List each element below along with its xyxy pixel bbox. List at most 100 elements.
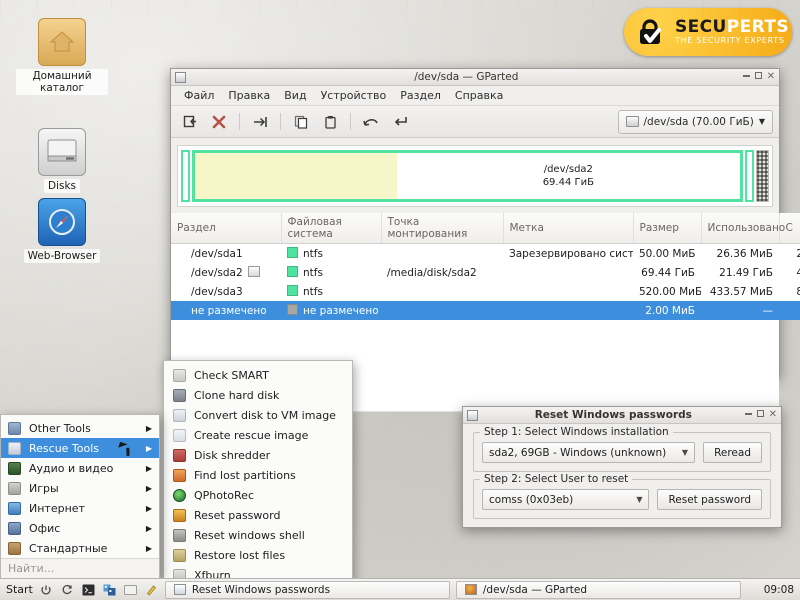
start-menu-item-label: Аудио и видео [29,461,114,475]
apply-button[interactable] [387,110,413,134]
undo-button[interactable] [358,110,384,134]
minimize-icon[interactable] [742,72,750,82]
gparted-toolbar[interactable]: /dev/sda (70.00 ГиБ) ▼ [171,106,779,138]
paste-button[interactable] [317,110,343,134]
gparted-menubar[interactable]: Файл Правка Вид Устройство Раздел Справк… [171,86,779,106]
cell-used: 21.49 ГиБ [701,263,779,282]
menu-item-device[interactable]: Устройство [314,87,394,104]
chevron-right-icon: ▶ [145,543,152,553]
col-used[interactable]: Использовано [701,213,785,244]
fs-color-swatch [287,266,298,277]
restart-icon[interactable] [60,582,75,597]
start-menu-item-label: Интернет [29,501,85,515]
menu-item-find-lost-partitions[interactable]: Find lost partitions [164,465,352,485]
start-menu-item-internet[interactable]: Интернет ▶ [1,498,159,518]
partition-bar-unallocated[interactable] [756,150,769,202]
fs-name: ntfs [303,248,323,260]
reread-button[interactable]: Reread [703,442,762,463]
copy-button[interactable] [288,110,314,134]
taskbar-window-gparted[interactable]: /dev/sda — GParted [455,580,741,599]
reset-password-button[interactable]: Reset password [657,489,762,510]
gparted-titlebar[interactable]: /dev/sda — GParted ✕ [171,69,779,86]
start-menu-item-accessories[interactable]: Стандартные ▶ [1,538,159,558]
menu-item-reset-windows-shell[interactable]: Reset windows shell [164,525,352,545]
start-menu-search-input[interactable]: Найти... [1,558,159,578]
start-button[interactable]: Start [6,583,33,596]
menu-item-reset-password[interactable]: Reset password [164,505,352,525]
menu-item-convert-disk-to-vm-image[interactable]: Convert disk to VM image [164,405,352,425]
user-select[interactable]: comss (0x03eb) ▼ [482,489,650,510]
gparted-icon [464,584,477,595]
maximize-icon[interactable] [754,72,762,82]
gparted-window[interactable]: /dev/sda — GParted ✕ Файл Правка Вид Уст… [170,68,800,412]
menu-item-qphotorec[interactable]: QPhotoRec [164,485,352,505]
menu-item-restore-lost-files[interactable]: Restore lost files [164,545,352,565]
table-row[interactable]: /dev/sda2 ntfs /media/disk/sda2 69.44 Ги… [171,263,800,282]
start-menu-item-rescue-tools[interactable]: Rescue Tools ▶ [1,438,159,458]
col-partition[interactable]: Раздел [171,213,282,244]
partition-bar-sda1[interactable] [181,150,190,202]
menu-item-label: Reset password [194,508,281,522]
start-menu-item-office[interactable]: Офис ▶ [1,518,159,538]
windows-installation-select[interactable]: sda2, 69GB - Windows (unknown) ▼ [482,442,696,463]
reset-dialog-titlebar[interactable]: Reset Windows passwords ✕ [463,407,781,424]
col-label[interactable]: Метка [503,213,634,244]
reset-windows-passwords-window[interactable]: Reset Windows passwords ✕ Step 1: Select… [462,406,782,528]
menu-item-clone-hard-disk[interactable]: Clone hard disk [164,385,352,405]
close-icon[interactable]: ✕ [767,72,775,82]
menu-item-partition[interactable]: Раздел [393,87,448,104]
accessories-icon [8,541,21,555]
delete-partition-button[interactable] [206,110,232,134]
minimize-icon[interactable] [744,410,752,420]
files-icon[interactable] [123,582,138,597]
rescue-tools-submenu[interactable]: Check SMART Clone hard disk Convert disk… [163,360,353,590]
desktop-icon-web-browser[interactable]: Web-Browser [14,198,110,263]
new-partition-button[interactable] [177,110,203,134]
menu-item-file[interactable]: Файл [177,87,221,104]
cell-mountpoint [381,282,503,301]
cell-free: 2 [779,243,800,263]
shredder-icon [173,448,186,462]
internet-icon [8,501,21,515]
menu-item-edit[interactable]: Правка [221,87,277,104]
partition-bar-sda3[interactable] [745,150,754,202]
power-icon[interactable] [39,582,54,597]
menu-item-create-rescue-image[interactable]: Create rescue image [164,425,352,445]
col-size[interactable]: Размер [633,213,702,244]
editor-icon[interactable] [144,582,159,597]
desktop-icon-disks[interactable]: Disks [14,128,110,193]
table-row[interactable]: не размечено не размечено 2.00 МиБ — [171,301,800,320]
device-selector-label: /dev/sda (70.00 ГиБ) [643,115,754,128]
taskbar-window-reset-windows-passwords[interactable]: Reset Windows passwords [164,580,450,599]
partition-bar-sda2[interactable]: /dev/sda2 69.44 ГиБ [192,150,743,202]
start-menu-item-games[interactable]: Игры ▶ [1,478,159,498]
menu-item-disk-shredder[interactable]: Disk shredder [164,445,352,465]
desktop-icon-label: Web-Browser [23,249,101,263]
step1-legend: Step 1: Select Windows installation [480,426,673,438]
chevron-down-icon: ▼ [681,448,689,457]
terminal-icon[interactable] [81,582,96,597]
col-mountpoint[interactable]: Точка монтирования [381,213,504,244]
menu-item-label: Clone hard disk [194,388,280,402]
device-selector[interactable]: /dev/sda (70.00 ГиБ) ▼ [617,109,773,134]
col-filesystem[interactable]: Файловая система [281,213,382,244]
reset-dialog-window-controls[interactable]: ✕ [744,410,777,420]
start-menu-item-audio-video[interactable]: Аудио и видео ▶ [1,458,159,478]
start-menu[interactable]: Other Tools ▶ Rescue Tools ▶ Аудио и вид… [0,414,160,579]
table-row[interactable]: /dev/sda3 ntfs 520.00 МиБ 433.57 МиБ 8 [171,282,800,301]
cell-filesystem: ntfs [281,263,381,282]
network-icon[interactable] [102,582,117,597]
menu-item-view[interactable]: Вид [277,87,313,104]
menu-item-check-smart[interactable]: Check SMART [164,365,352,385]
taskbar[interactable]: Start Reset Windows passwords /dev/sda —… [0,578,800,600]
partition-graphic[interactable]: /dev/sda2 69.44 ГиБ [177,145,773,207]
start-menu-item-other-tools[interactable]: Other Tools ▶ [1,418,159,438]
gparted-window-controls[interactable]: ✕ [742,72,775,82]
close-icon[interactable]: ✕ [769,410,777,420]
table-row[interactable]: /dev/sda1 ntfs Зарезервировано системой … [171,243,800,263]
maximize-icon[interactable] [756,410,764,420]
menu-item-help[interactable]: Справка [448,87,510,104]
taskbar-clock[interactable]: 09:08 [756,584,794,596]
desktop-icon-home-folder[interactable]: Домашний каталог [14,18,110,95]
resize-move-button[interactable] [247,110,273,134]
